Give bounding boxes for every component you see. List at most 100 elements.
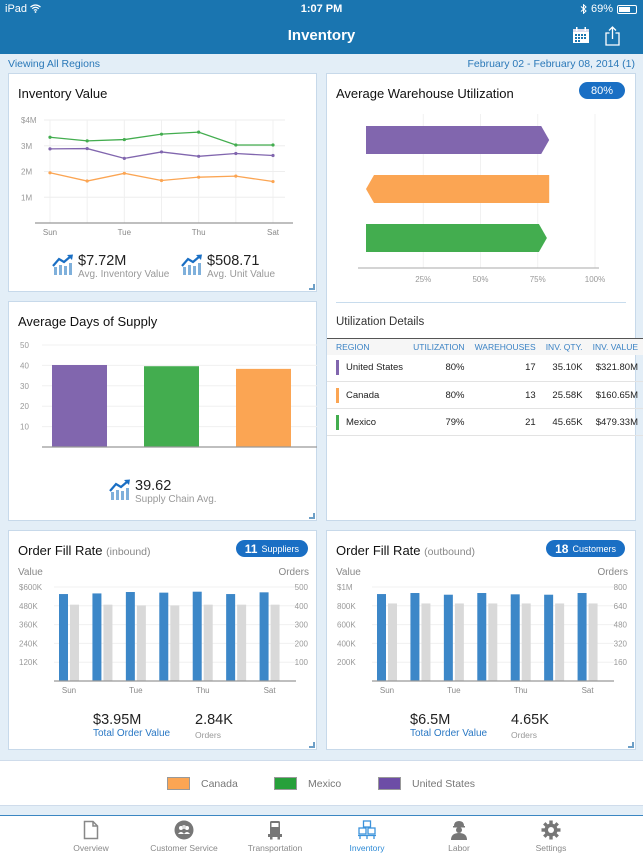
- days-of-supply-card: Average Days of Supply 10 20 30 40 50 39.62 S…: [8, 301, 317, 521]
- resize-handle[interactable]: [309, 742, 315, 748]
- table-row[interactable]: United States 80% 17 35.10K $321.80M: [327, 354, 643, 382]
- value-bar: [510, 594, 520, 681]
- resize-handle[interactable]: [309, 284, 315, 290]
- card-title: Order Fill Rate (inbound): [18, 543, 151, 558]
- value-bar: [259, 592, 269, 681]
- y2-axis-title: Orders: [278, 567, 309, 578]
- trend-chart-icon: [109, 479, 130, 500]
- table-header-row: REGION UTILIZATION WAREHOUSES INV. QTY. …: [327, 338, 643, 355]
- filter-header: Viewing All Regions February 02 - Februa…: [0, 54, 643, 72]
- data-point: [159, 178, 164, 183]
- orders-bar: [203, 604, 213, 681]
- orders-label: Orders: [511, 730, 537, 740]
- calendar-icon[interactable]: [572, 26, 590, 49]
- tab-transportation[interactable]: Transportation: [235, 820, 315, 853]
- trend-chart-icon: [52, 254, 73, 275]
- y-tick-label: 2M: [21, 168, 32, 177]
- total-value-link[interactable]: Total Order Value: [410, 728, 487, 739]
- x-tick-label: 25%: [415, 275, 431, 284]
- kpi-value: $7.72M: [78, 253, 127, 269]
- orders-bar: [103, 604, 113, 681]
- y2-tick-label: 400: [295, 602, 309, 611]
- orders-bar: [521, 603, 531, 681]
- tab-settings[interactable]: Settings: [511, 820, 591, 853]
- kpi-label: Avg. Inventory Value: [78, 269, 170, 280]
- badge-label: Suppliers: [261, 543, 299, 554]
- y-tick-label: 1M: [21, 193, 32, 202]
- utilization-badge: 80%: [578, 82, 625, 99]
- col-inv-qty[interactable]: INV. QTY.: [540, 338, 588, 355]
- tab-label: Settings: [535, 843, 567, 853]
- data-point: [85, 179, 89, 183]
- y-tick-label: 50: [20, 341, 29, 350]
- x-tick-label: Tue: [447, 686, 461, 695]
- resize-handle[interactable]: [628, 742, 634, 748]
- region-filter-link[interactable]: Viewing All Regions: [8, 58, 100, 70]
- y2-tick-label: 640: [614, 602, 628, 611]
- tab-overview[interactable]: Overview: [51, 820, 131, 853]
- tab-inventory[interactable]: Inventory: [327, 820, 407, 853]
- orders-value: 2.84K: [195, 712, 233, 728]
- bar-canada: [366, 175, 550, 203]
- table-row[interactable]: Canada 80% 13 25.58K $160.65M: [327, 381, 643, 409]
- tab-labor[interactable]: Labor: [419, 820, 499, 853]
- tab-label: Labor: [448, 843, 470, 853]
- legend-item-mexico[interactable]: Mexico: [274, 777, 341, 790]
- tab-label: Inventory: [349, 843, 385, 853]
- total-value-link[interactable]: Total Order Value: [93, 728, 170, 739]
- suppliers-badge[interactable]: 11 Suppliers: [235, 540, 308, 557]
- y-tick-label: 120K: [19, 658, 38, 667]
- col-warehouses[interactable]: WAREHOUSES: [469, 338, 541, 355]
- share-icon[interactable]: [604, 26, 621, 51]
- x-tick-label: 50%: [472, 275, 488, 284]
- y-tick-label: 30: [20, 382, 29, 391]
- tab-customer-service[interactable]: Customer Service: [144, 820, 224, 853]
- orders-bar: [70, 604, 79, 681]
- y-axis-title: Value: [18, 567, 43, 578]
- y-tick-label: 20: [20, 402, 29, 411]
- value-bar: [59, 594, 68, 681]
- orders-bar: [237, 604, 247, 681]
- inv-value-cell: $160.65M: [587, 381, 643, 409]
- y2-tick-label: 200: [295, 639, 309, 648]
- y-tick-label: 600K: [337, 621, 356, 630]
- clock: 1:07 PM: [300, 3, 343, 15]
- col-region[interactable]: REGION: [327, 338, 409, 355]
- customers-badge[interactable]: 18 Customers: [546, 540, 625, 557]
- data-point: [234, 151, 238, 156]
- y2-axis-title: Orders: [597, 567, 628, 578]
- kpi-value: $508.71: [207, 253, 260, 269]
- utilization-cell: 79%: [408, 408, 470, 436]
- y2-tick-label: 100: [295, 658, 309, 667]
- col-inv-value[interactable]: INV. VALUE: [587, 338, 643, 355]
- value-bar: [192, 591, 202, 681]
- resize-handle[interactable]: [309, 513, 315, 519]
- orders-bar: [421, 603, 431, 681]
- y-tick-label: $600K: [19, 583, 43, 592]
- orders-bar: [555, 603, 565, 681]
- order-fill-outbound-card: Order Fill Rate (outbound) 18 Customers V…: [326, 530, 636, 750]
- kpi-supply-chain-avg: 39.62 Supply Chain Avg.: [109, 479, 217, 506]
- boxes-icon: [358, 820, 376, 839]
- date-range-link[interactable]: February 02 - February 08, 2014 (1): [468, 58, 636, 70]
- legend-swatch: [274, 777, 297, 790]
- title-text: Order Fill Rate: [336, 543, 421, 558]
- warehouse-utilization-chart: 25% 50% 75% 100%: [358, 114, 605, 284]
- data-point: [122, 156, 126, 160]
- bar-united-states: [52, 364, 107, 447]
- y-tick-label: 40: [20, 361, 29, 370]
- col-utilization[interactable]: UTILIZATION: [408, 338, 470, 355]
- bluetooth-icon: [580, 4, 587, 14]
- orders-bar: [136, 605, 146, 681]
- y2-tick-label: 800: [614, 583, 628, 592]
- table-row[interactable]: Mexico 79% 21 45.65K $479.33M: [327, 408, 643, 436]
- legend-swatch: [167, 777, 190, 790]
- legend-item-canada[interactable]: Canada: [167, 777, 238, 790]
- inv-value-cell: $479.33M: [587, 408, 643, 436]
- region-cell: Mexico: [327, 408, 409, 436]
- data-point: [48, 171, 52, 175]
- legend-item-united-states[interactable]: United States: [378, 777, 475, 790]
- x-tick-label: Thu: [514, 686, 528, 695]
- title-text: Order Fill Rate: [18, 543, 103, 558]
- divider: [336, 302, 626, 303]
